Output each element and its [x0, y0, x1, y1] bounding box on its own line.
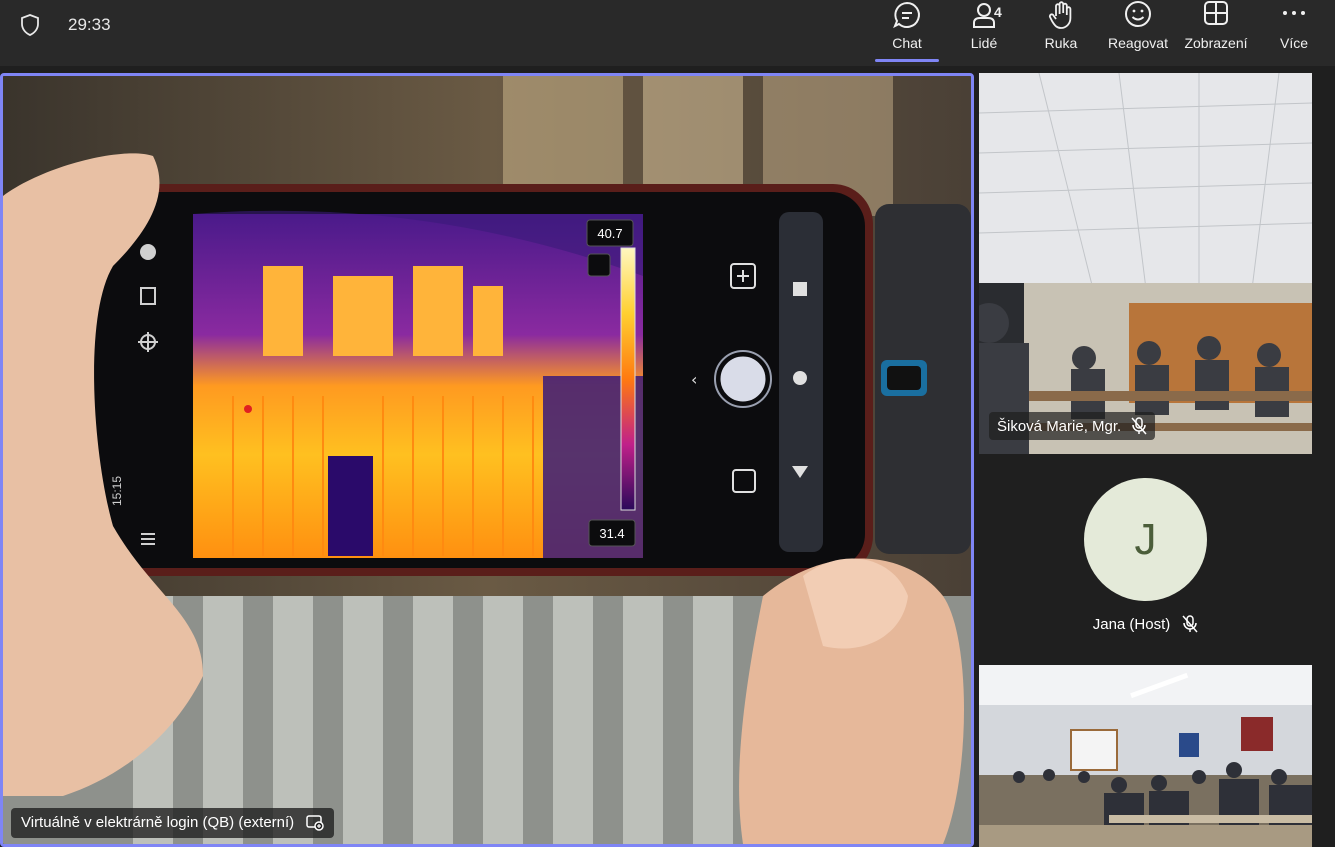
participant-name-1: Šiková Marie, Mgr. [997, 417, 1122, 435]
react-label: Reagovat [1108, 35, 1168, 51]
grid-view-icon [1204, 1, 1228, 25]
hand-label: Ruka [1044, 35, 1078, 51]
raise-hand-button[interactable]: Ruka [1036, 0, 1086, 62]
side-panel-scrollbar[interactable] [1315, 73, 1335, 847]
react-button[interactable]: Reagovat [1104, 0, 1172, 62]
participant-name-2: Jana (Host) [1092, 615, 1171, 633]
avatar: J [1084, 478, 1207, 601]
mic-muted-icon [1182, 615, 1198, 633]
stage-participant-name: Virtuálně v elektrárně login (QB) (exter… [21, 814, 295, 831]
participant-tile-2[interactable]: J Jana (Host) [979, 458, 1312, 660]
view-button[interactable]: Zobrazení [1180, 0, 1252, 62]
mic-muted-icon [1131, 417, 1147, 435]
meeting-toolbar: 29:33 Chat 4 Lidé Ruka Reagovat Zobrazen… [0, 0, 1335, 66]
chat-button[interactable]: Chat [879, 0, 935, 62]
people-label: Lidé [970, 35, 998, 51]
chat-label: Chat [892, 35, 922, 51]
meeting-timer: 29:33 [68, 15, 111, 34]
stage-name-tag: Virtuálně v elektrárně login (QB) (exter… [11, 808, 335, 838]
smiley-icon [1125, 1, 1151, 27]
view-label: Zobrazení [1184, 35, 1248, 51]
participant-name-tag-2: Jana (Host) [979, 615, 1312, 633]
phone-status-time: 15:15 [110, 476, 124, 506]
classroom-video [979, 665, 1312, 847]
main-video-tile[interactable]: 15:15 40.7 31.4 ‹ Virtuálně v elektrárně… [0, 73, 974, 847]
people-button[interactable]: 4 Lidé [958, 0, 1010, 62]
shared-video-frame: 15:15 40.7 31.4 ‹ [3, 76, 971, 844]
scale-max-value: 40.7 [597, 226, 622, 241]
participant-tile-3[interactable] [979, 665, 1312, 847]
classroom-video [979, 73, 1312, 454]
ellipsis-icon [1283, 11, 1305, 15]
chat-bubble-icon [893, 1, 920, 29]
scale-min-value: 31.4 [599, 526, 624, 541]
people-count: 4 [994, 4, 1002, 20]
screen-share-icon [306, 815, 324, 831]
participant-tile-1[interactable]: Šiková Marie, Mgr. [979, 73, 1312, 454]
svg-text:‹: ‹ [691, 370, 697, 389]
shield-icon[interactable] [18, 13, 42, 37]
participant-name-tag-1: Šiková Marie, Mgr. [989, 412, 1156, 440]
hand-icon [1048, 1, 1072, 29]
more-button[interactable]: Více [1270, 0, 1318, 62]
more-label: Více [1279, 35, 1308, 51]
chat-active-indicator [875, 59, 939, 62]
